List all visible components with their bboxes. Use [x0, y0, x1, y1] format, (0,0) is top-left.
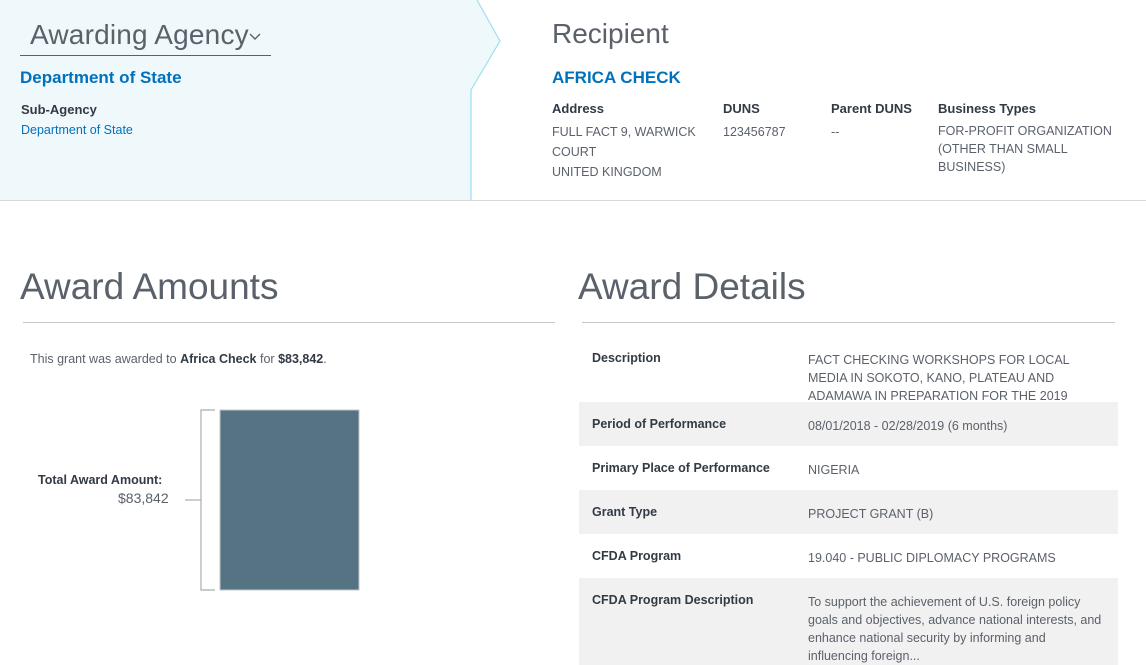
details-row-grant-type: Grant Type PROJECT GRANT (B): [579, 490, 1118, 534]
award-header-band: Awarding Agency Department of State Sub-…: [0, 0, 1146, 201]
recipient-title: Recipient: [552, 18, 669, 49]
details-row-key: Grant Type: [592, 505, 658, 519]
business-type-line: BUSINESS): [938, 160, 1006, 174]
awarding-agency-name: Department of State: [20, 68, 182, 87]
award-details-table: Description FACT CHECKING WORKSHOPS FOR …: [579, 336, 1118, 665]
grant-summary-sentence: This grant was awarded to Africa Check f…: [30, 352, 327, 366]
details-row-cfda-program: CFDA Program 19.040 - PUBLIC DIPLOMACY P…: [579, 534, 1118, 578]
details-row-period: Period of Performance 08/01/2018 - 02/28…: [579, 402, 1118, 446]
grant-summary-recipient: Africa Check: [180, 352, 257, 366]
details-row-key: Description: [592, 351, 661, 365]
business-type-line: (OTHER THAN SMALL: [938, 142, 1068, 156]
details-row-key: Primary Place of Performance: [592, 461, 770, 475]
business-types-value: FOR-PROFIT ORGANIZATION (OTHER THAN SMAL…: [938, 122, 1112, 176]
address-line: UNITED KINGDOM: [552, 165, 662, 179]
award-amounts-heading: Award Amounts: [20, 266, 279, 307]
grant-summary-mid: for: [256, 352, 279, 366]
details-row-value: To support the achievement of U.S. forei…: [808, 595, 1102, 663]
business-types-title: Business Types: [938, 101, 1037, 116]
business-type-line: FOR-PROFIT ORGANIZATION: [938, 124, 1112, 138]
award-amounts-divider: [23, 322, 555, 323]
address-line: COURT: [552, 145, 597, 159]
address-value: FULL FACT 9, WARWICK COURT UNITED KINGDO…: [552, 122, 696, 182]
details-row-value: NIGERIA: [808, 463, 860, 477]
award-details-heading: Award Details: [578, 266, 806, 307]
details-row-key: CFDA Program: [592, 549, 682, 563]
sub-agency-link[interactable]: Department of State: [21, 123, 133, 137]
grant-summary-amount: $83,842: [278, 352, 324, 366]
address-line: FULL FACT 9, WARWICK: [552, 125, 696, 139]
details-row-place: Primary Place of Performance NIGERIA: [579, 446, 1118, 490]
grant-summary-prefix: This grant was awarded to: [30, 352, 181, 366]
awarding-agency-dropdown-label: Awarding Agency: [30, 19, 249, 50]
award-details-divider: [582, 322, 1115, 323]
total-award-amount-bar: [219, 409, 360, 591]
parent-duns-title: Parent DUNS: [831, 101, 912, 116]
awarding-agency-panel: Awarding Agency Department of State Sub-…: [0, 0, 502, 200]
award-amount-chart: [185, 409, 360, 591]
duns-value: 123456787: [723, 125, 786, 139]
parent-duns-value: --: [831, 125, 840, 139]
address-title: Address: [552, 101, 605, 116]
details-row-value: PROJECT GRANT (B): [808, 507, 934, 521]
award-amount-bracket: [200, 409, 215, 591]
total-award-amount-value: $83,842: [118, 490, 169, 506]
sub-agency-title: Sub-Agency: [21, 102, 97, 117]
details-row-key: Period of Performance: [592, 417, 727, 431]
chevron-down-icon: [249, 33, 261, 40]
awarding-agency-dropdown[interactable]: Awarding Agency: [20, 15, 271, 56]
recipient-name-link[interactable]: AFRICA CHECK: [552, 68, 681, 88]
details-row-value: 19.040 - PUBLIC DIPLOMACY PROGRAMS: [808, 551, 1056, 565]
details-row-cfda-description: CFDA Program Description To support the …: [579, 578, 1118, 665]
duns-title: DUNS: [723, 101, 760, 116]
details-row-value: 08/01/2018 - 02/28/2019 (6 months): [808, 419, 1008, 433]
details-row-description: Description FACT CHECKING WORKSHOPS FOR …: [579, 336, 1118, 421]
total-award-amount-label: Total Award Amount:: [38, 473, 163, 487]
grant-summary-suffix: .: [323, 352, 327, 366]
details-row-key: CFDA Program Description: [592, 593, 754, 607]
